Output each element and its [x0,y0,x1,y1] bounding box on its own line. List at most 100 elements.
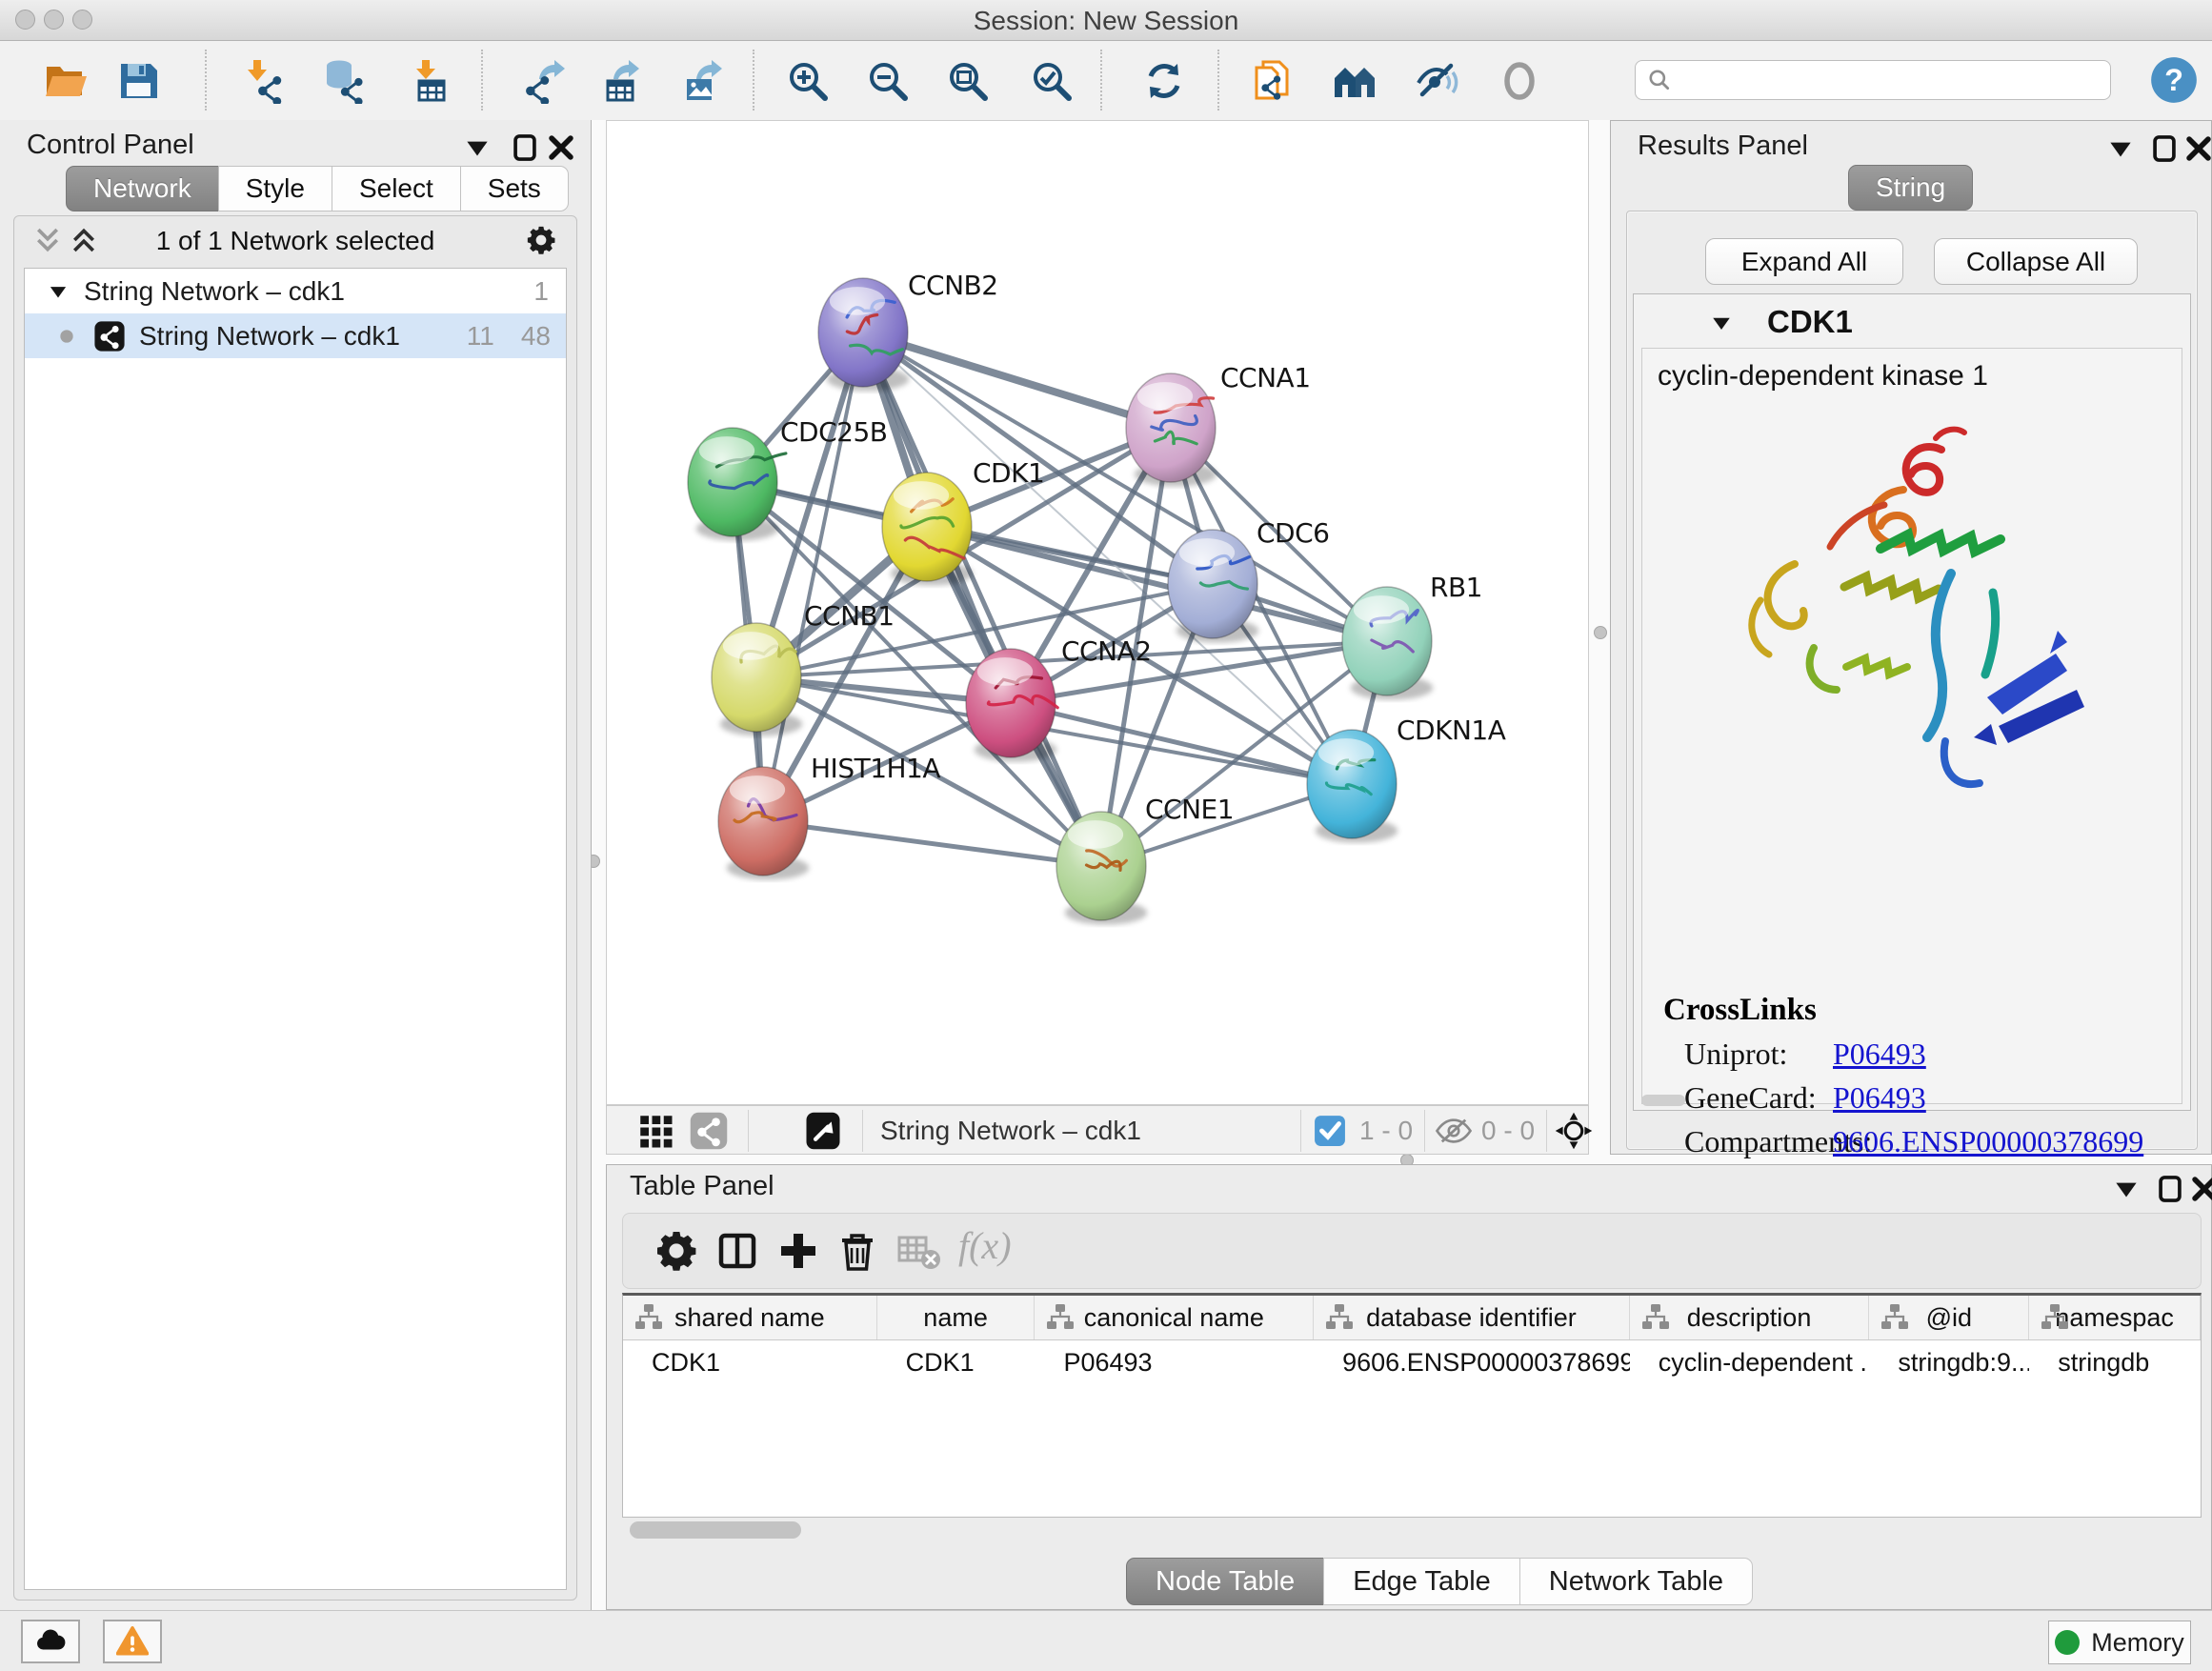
panel-menu-caret-icon[interactable] [2110,1173,2142,1205]
network-node-CCNB1[interactable] [712,623,802,736]
hide-selected-icon[interactable] [1414,58,1459,104]
delete-table-icon [895,1228,941,1274]
panel-menu-caret-icon[interactable] [461,131,493,164]
export-network-icon[interactable] [520,58,566,104]
zoom-fit-icon[interactable] [945,58,991,104]
column-header-database-identifier[interactable]: database identifier [1314,1296,1630,1339]
crosslink-link[interactable]: 9606.ENSP00000378699 [1833,1124,2143,1159]
clone-network-icon[interactable] [1249,58,1295,104]
expand-all-button[interactable]: Expand All [1705,238,1903,285]
gear-icon[interactable] [525,224,557,256]
add-column-icon[interactable] [775,1228,821,1274]
grid-view-icon[interactable] [635,1111,675,1151]
search-input[interactable] [1679,65,2099,96]
collapse-all-button[interactable]: Collapse All [1934,238,2138,285]
network-node-CDC25B[interactable] [688,428,786,541]
import-table-file-icon[interactable] [406,58,452,104]
network-row[interactable]: String Network – cdk1 11 48 [25,313,566,358]
import-network-database-icon[interactable] [320,58,366,104]
cloud-button[interactable] [21,1620,80,1663]
split-columns-icon[interactable] [714,1228,760,1274]
gene-header-row[interactable]: CDK1 [1634,298,2190,344]
tab-network-table[interactable]: Network Table [1519,1558,1753,1605]
help-button[interactable]: ? [2149,55,2199,105]
delete-column-trash-icon[interactable] [835,1228,880,1274]
cloud-icon [34,1625,67,1658]
table-horizontal-scrollbar[interactable] [630,1521,801,1539]
tab-node-table[interactable]: Node Table [1126,1558,1324,1605]
column-header--id[interactable]: @id [1869,1296,2029,1339]
horizontal-scrollbar[interactable] [1641,1095,1685,1106]
table-cell[interactable]: cyclin-dependent ... [1630,1340,1870,1384]
refresh-icon[interactable] [1141,58,1187,104]
network-node-CCNB2[interactable] [818,278,909,392]
column-header-namespac[interactable]: namespac [2029,1296,2201,1339]
export-image-icon[interactable] [677,58,723,104]
network-node-CDKN1A[interactable] [1307,730,1398,843]
network-node-CCNE1[interactable] [1056,812,1147,925]
zoom-out-icon[interactable] [865,58,911,104]
caret-down-icon[interactable] [46,279,70,304]
zoom-in-icon[interactable] [785,58,831,104]
tab-select[interactable]: Select [332,166,461,211]
column-header-shared-name[interactable]: shared name [623,1296,877,1339]
tab-edge-table[interactable]: Edge Table [1323,1558,1520,1605]
network-node-CCNA2[interactable] [966,649,1057,762]
selected-checkbox-icon[interactable] [1314,1115,1346,1147]
table-cell[interactable]: stringdb:9... [1869,1340,2029,1384]
panel-close-icon[interactable] [2182,132,2212,165]
status-bar: Memory [0,1610,2212,1671]
table-cell[interactable]: CDK1 [623,1340,877,1384]
tab-style[interactable]: Style [218,166,332,211]
panel-float-icon[interactable] [2154,1173,2186,1205]
panel-close-icon[interactable] [2188,1173,2212,1205]
table-row[interactable]: CDK1CDK1P064939606.ENSP00000378699cyclin… [623,1340,2201,1384]
warnings-button[interactable] [103,1620,162,1663]
splitter-handle[interactable] [1594,626,1607,639]
network-canvas[interactable]: CCNB2CCNA1CDC25BCDK1CDC6RB1CCNB1CCNA2CDK… [606,120,1589,1105]
table-cell[interactable]: CDK1 [877,1340,1036,1384]
panel-menu-caret-icon[interactable] [2104,132,2137,165]
birdseye-view-icon[interactable] [803,1111,843,1151]
network-node-RB1[interactable] [1342,587,1433,700]
column-header-canonical-name[interactable]: canonical name [1035,1296,1314,1339]
save-session-icon[interactable] [115,58,161,104]
edge-count: 48 [521,321,551,352]
network-edges[interactable] [733,332,1387,866]
column-header-description[interactable]: description [1630,1296,1870,1339]
tab-sets[interactable]: Sets [460,166,569,211]
hierarchy-icon [2041,1303,2069,1332]
memory-button[interactable]: Memory [2048,1621,2191,1664]
network-node-CDK1[interactable] [882,473,973,586]
show-all-icon[interactable] [1497,58,1542,104]
import-network-file-icon[interactable] [239,58,285,104]
panel-close-icon[interactable] [545,131,577,164]
first-neighbors-icon[interactable] [1332,58,1377,104]
zoom-selected-icon[interactable] [1029,58,1075,104]
network-node-CCNA1[interactable] [1126,373,1217,487]
panel-float-icon[interactable] [509,131,541,164]
toolbar-separator [1100,50,1102,111]
panel-float-icon[interactable] [2148,132,2181,165]
network-graph[interactable]: CCNB2CCNA1CDC25BCDK1CDC6RB1CCNB1CCNA2CDK… [607,121,1588,1104]
tab-string[interactable]: String [1848,165,1973,211]
tab-network[interactable]: Network [66,166,219,211]
search-box[interactable] [1635,60,2111,100]
share-network-icon[interactable] [689,1111,729,1151]
open-file-icon[interactable] [42,58,88,104]
network-collection-row[interactable]: String Network – cdk1 1 [25,269,566,313]
gene-name: CDK1 [1767,304,1853,340]
crosslink-link[interactable]: P06493 [1833,1080,1926,1116]
crosslink-link[interactable]: P06493 [1833,1037,1926,1072]
table-cell[interactable]: stringdb [2029,1340,2201,1384]
table-cell[interactable]: P06493 [1035,1340,1314,1384]
table-gear-icon[interactable] [654,1228,699,1274]
hidden-eye-icon[interactable] [1434,1111,1474,1151]
column-header-name[interactable]: name [877,1296,1036,1339]
export-table-icon[interactable] [594,58,640,104]
caret-down-icon[interactable] [1708,310,1735,336]
crosshair-icon[interactable] [1554,1111,1594,1151]
network-node-CDC6[interactable] [1168,530,1258,643]
network-node-HIST1H1A[interactable] [718,767,809,880]
table-cell[interactable]: 9606.ENSP00000378699 [1314,1340,1630,1384]
